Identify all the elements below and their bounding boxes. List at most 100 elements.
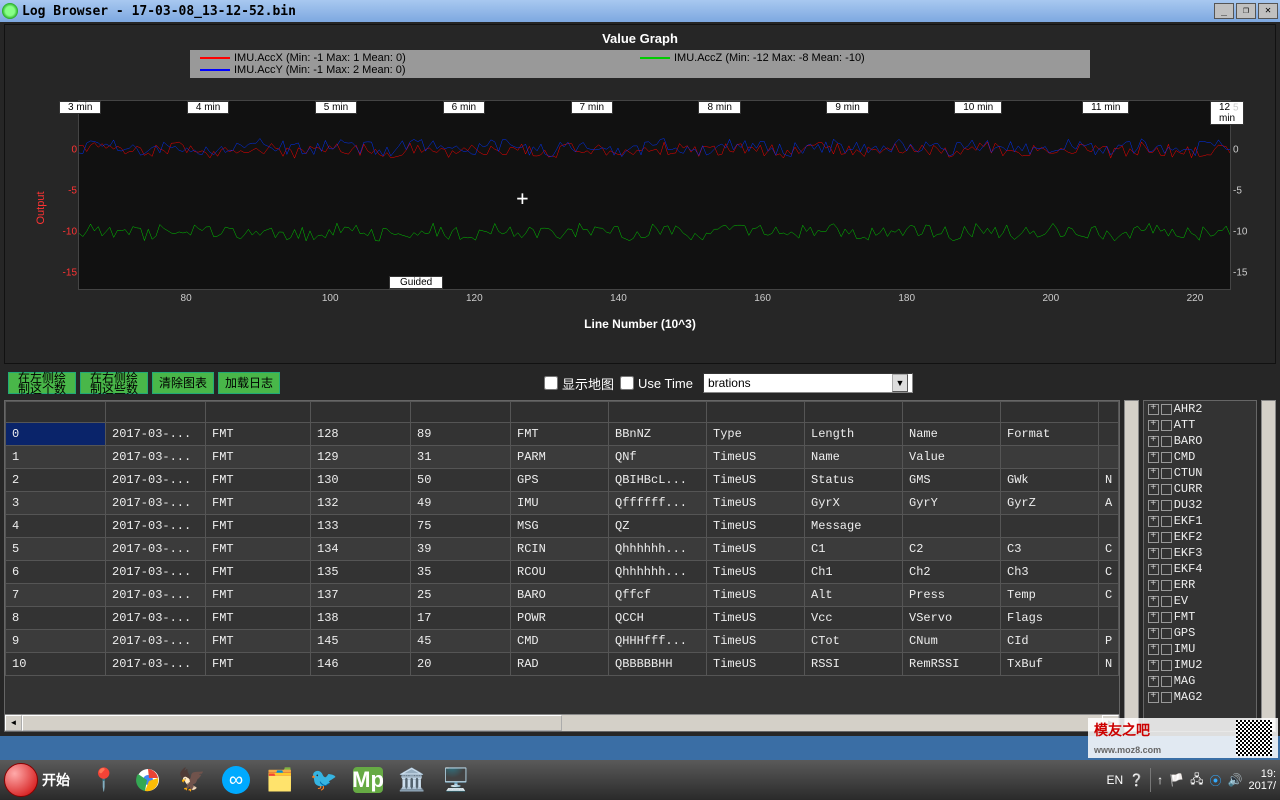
col-header[interactable] — [609, 402, 707, 423]
task-item-chrome[interactable] — [128, 762, 168, 798]
task-item-3[interactable]: 🦅 — [172, 762, 212, 798]
check-icon[interactable] — [1161, 676, 1172, 687]
task-item-9[interactable]: 🖥️ — [436, 762, 476, 798]
clock-time[interactable]: 19: — [1248, 768, 1276, 780]
tree-item[interactable]: +ERR — [1144, 577, 1257, 593]
check-icon[interactable] — [1161, 596, 1172, 607]
col-header[interactable] — [1099, 402, 1119, 423]
table-row[interactable]: 12017-03-...FMT12931PARMQNfTimeUSNameVal… — [6, 446, 1119, 469]
close-button[interactable]: ✕ — [1258, 3, 1278, 19]
lang-indicator[interactable]: EN — [1107, 773, 1124, 787]
table-row[interactable]: 102017-03-...FMT14620RADQBBBBBHHTimeUSRS… — [6, 653, 1119, 676]
expand-icon[interactable]: + — [1148, 628, 1159, 639]
check-icon[interactable] — [1161, 500, 1172, 511]
col-header[interactable] — [903, 402, 1001, 423]
expand-icon[interactable]: + — [1148, 436, 1159, 447]
check-icon[interactable] — [1161, 628, 1172, 639]
tree-item[interactable]: +CURR — [1144, 481, 1257, 497]
dropdown-arrow-icon[interactable]: ▼ — [892, 374, 908, 392]
tree-item[interactable]: +IMU — [1144, 641, 1257, 657]
tree-item[interactable]: +DU32 — [1144, 497, 1257, 513]
expand-icon[interactable]: + — [1148, 692, 1159, 703]
tray-up-icon[interactable]: ↑ — [1157, 773, 1163, 787]
help-icon[interactable]: ❔ — [1129, 773, 1144, 787]
tray-vol-icon[interactable]: 🔊 — [1228, 773, 1243, 787]
check-icon[interactable] — [1161, 516, 1172, 527]
expand-icon[interactable]: + — [1148, 676, 1159, 687]
check-icon[interactable] — [1161, 612, 1172, 623]
expand-icon[interactable]: + — [1148, 532, 1159, 543]
start-label[interactable]: 开始 — [42, 770, 70, 790]
task-item-8[interactable]: 🏛️ — [392, 762, 432, 798]
table-row[interactable]: 72017-03-...FMT13725BAROQffcfTimeUSAltPr… — [6, 584, 1119, 607]
tray-bt-icon[interactable]: ⦿ — [1210, 772, 1222, 789]
tree-item[interactable]: +MAG — [1144, 673, 1257, 689]
minimize-button[interactable]: _ — [1214, 3, 1234, 19]
check-icon[interactable] — [1161, 580, 1172, 591]
check-icon[interactable] — [1161, 484, 1172, 495]
expand-icon[interactable]: + — [1148, 548, 1159, 559]
col-header[interactable] — [106, 402, 206, 423]
table-vertical-scrollbar[interactable] — [1124, 400, 1139, 732]
plot-right-button[interactable]: 在右侧绘 制这些数 — [80, 372, 148, 394]
tree-item[interactable]: +EKF1 — [1144, 513, 1257, 529]
tree-item[interactable]: +CTUN — [1144, 465, 1257, 481]
check-icon[interactable] — [1161, 548, 1172, 559]
tree-item[interactable]: +BARO — [1144, 433, 1257, 449]
horizontal-scrollbar[interactable]: ◄ ► — [5, 714, 1119, 731]
tree-item[interactable]: +MAG2 — [1144, 689, 1257, 705]
col-header[interactable] — [511, 402, 609, 423]
col-header[interactable] — [6, 402, 106, 423]
tree-item[interactable]: +EKF3 — [1144, 545, 1257, 561]
table-row[interactable]: 32017-03-...FMT13249IMUQffffff...TimeUSG… — [6, 492, 1119, 515]
tree-item[interactable]: +AHR2 — [1144, 401, 1257, 417]
task-item-mp[interactable]: Mp — [348, 762, 388, 798]
check-icon[interactable] — [1161, 564, 1172, 575]
expand-icon[interactable]: + — [1148, 596, 1159, 607]
tree-item[interactable]: +FMT — [1144, 609, 1257, 625]
plot-area[interactable]: 3 min4 min5 min6 min7 min8 min9 min10 mi… — [78, 100, 1231, 290]
expand-icon[interactable]: + — [1148, 644, 1159, 655]
tree-item[interactable]: +IMU2 — [1144, 657, 1257, 673]
table-row[interactable]: 92017-03-...FMT14545CMDQHHHfff...TimeUSC… — [6, 630, 1119, 653]
scroll-thumb[interactable] — [22, 715, 562, 731]
check-icon[interactable] — [1161, 644, 1172, 655]
expand-icon[interactable]: + — [1148, 516, 1159, 527]
col-header[interactable] — [1001, 402, 1099, 423]
col-header[interactable] — [206, 402, 311, 423]
check-icon[interactable] — [1161, 692, 1172, 703]
show-map-checkbox[interactable]: 显示地图 — [544, 374, 614, 393]
log-table[interactable]: 02017-03-...FMT12889FMTBBnNZTypeLengthNa… — [4, 400, 1120, 732]
task-item-1[interactable]: 📍 — [84, 762, 124, 798]
table-row[interactable]: 62017-03-...FMT13535RCOUQhhhhhh...TimeUS… — [6, 561, 1119, 584]
col-header[interactable] — [707, 402, 805, 423]
expand-icon[interactable]: + — [1148, 468, 1159, 479]
clear-chart-button[interactable]: 清除图表 — [152, 372, 214, 394]
check-icon[interactable] — [1161, 404, 1172, 415]
check-icon[interactable] — [1161, 660, 1172, 671]
tree-item[interactable]: +GPS — [1144, 625, 1257, 641]
tree-item[interactable]: +EV — [1144, 593, 1257, 609]
table-row[interactable]: 52017-03-...FMT13439RCINQhhhhhh...TimeUS… — [6, 538, 1119, 561]
expand-icon[interactable]: + — [1148, 564, 1159, 575]
table-row[interactable]: 82017-03-...FMT13817POWRQCCHTimeUSVccVSe… — [6, 607, 1119, 630]
expand-icon[interactable]: + — [1148, 580, 1159, 591]
maximize-button[interactable]: ❐ — [1236, 3, 1256, 19]
scroll-left-button[interactable]: ◄ — [5, 715, 22, 731]
tray-net-icon[interactable]: 🖧 — [1190, 770, 1203, 791]
tree-item[interactable]: +EKF2 — [1144, 529, 1257, 545]
start-button[interactable] — [4, 763, 38, 797]
task-item-4[interactable]: ∞ — [216, 762, 256, 798]
tree-item[interactable]: +ATT — [1144, 417, 1257, 433]
task-item-6[interactable]: 🐦 — [304, 762, 344, 798]
mode-dropdown[interactable]: brations▼ — [703, 373, 913, 393]
col-header[interactable] — [311, 402, 411, 423]
tray-flag-icon[interactable]: 🏳️ — [1169, 773, 1184, 787]
tree-vertical-scrollbar[interactable] — [1261, 400, 1276, 732]
expand-icon[interactable]: + — [1148, 452, 1159, 463]
check-icon[interactable] — [1161, 532, 1172, 543]
col-header[interactable] — [411, 402, 511, 423]
col-header[interactable] — [805, 402, 903, 423]
tree-item[interactable]: +EKF4 — [1144, 561, 1257, 577]
check-icon[interactable] — [1161, 420, 1172, 431]
